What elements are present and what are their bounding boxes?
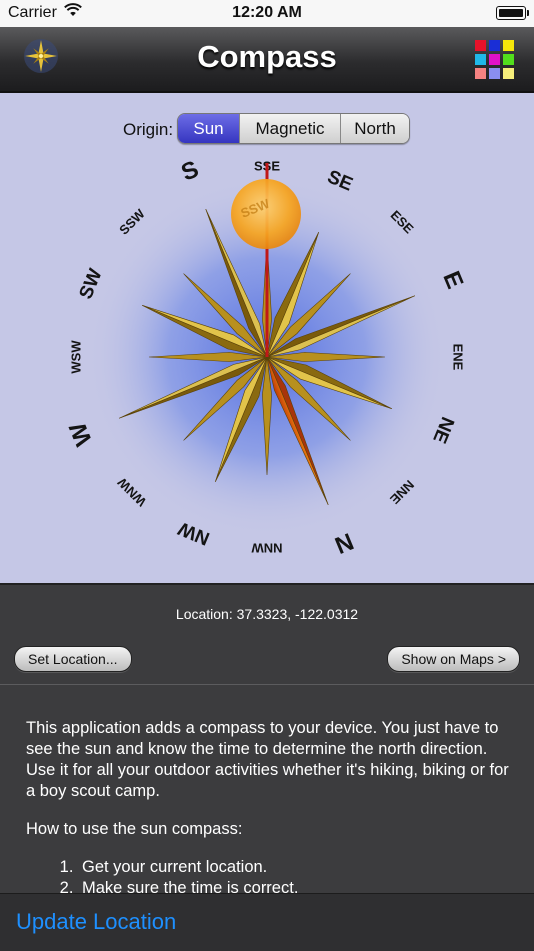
color-swatch	[503, 40, 514, 51]
nav-bar: Compass	[0, 27, 534, 93]
color-swatch	[489, 54, 500, 65]
direction-label-e: E	[437, 267, 468, 292]
howto-title: How to use the sun compass:	[26, 820, 243, 838]
color-swatch	[489, 40, 500, 51]
theme-color-grid-button[interactable]	[475, 40, 514, 79]
direction-label-n: N	[331, 527, 357, 559]
direction-label-nnw: NNW	[251, 541, 283, 556]
color-swatch	[475, 40, 486, 51]
direction-label-ene: ENE	[451, 344, 466, 371]
location-readout: Location: 37.3323, -122.0312	[0, 606, 534, 622]
color-swatch	[489, 68, 500, 79]
howto-step: Get your current location.	[78, 857, 516, 878]
color-swatch	[475, 68, 486, 79]
bottom-toolbar: Update Location	[0, 893, 534, 951]
color-swatch	[503, 54, 514, 65]
color-swatch	[475, 54, 486, 65]
description-paragraph: This application adds a compass to your …	[26, 719, 509, 800]
direction-label-w: W	[64, 418, 98, 450]
direction-label-s: S	[177, 156, 202, 187]
battery-icon	[496, 6, 529, 20]
description-text: This application adds a compass to your …	[26, 718, 516, 899]
divider	[0, 684, 534, 685]
direction-label-wsw: WSW	[68, 340, 83, 374]
clock-time: 12:20 AM	[232, 4, 302, 21]
show-on-maps-button[interactable]: Show on Maps >	[387, 646, 520, 672]
color-swatch	[503, 68, 514, 79]
status-bar: Carrier 12:20 AM	[0, 0, 534, 27]
location-label: Location:	[175, 606, 233, 622]
set-location-button[interactable]: Set Location...	[14, 646, 132, 672]
compass-area: Origin: Sun Magnetic North N NNW NW WNW W WSW	[0, 93, 534, 585]
compass-rose[interactable]: NNNWNWWNWWWSWSWSSWSSSESEESEEENENENNE SSW	[0, 93, 534, 583]
update-location-button[interactable]: Update Location	[16, 909, 176, 935]
location-value: 37.3323, -122.0312	[236, 606, 359, 622]
page-title: Compass	[197, 39, 337, 74]
